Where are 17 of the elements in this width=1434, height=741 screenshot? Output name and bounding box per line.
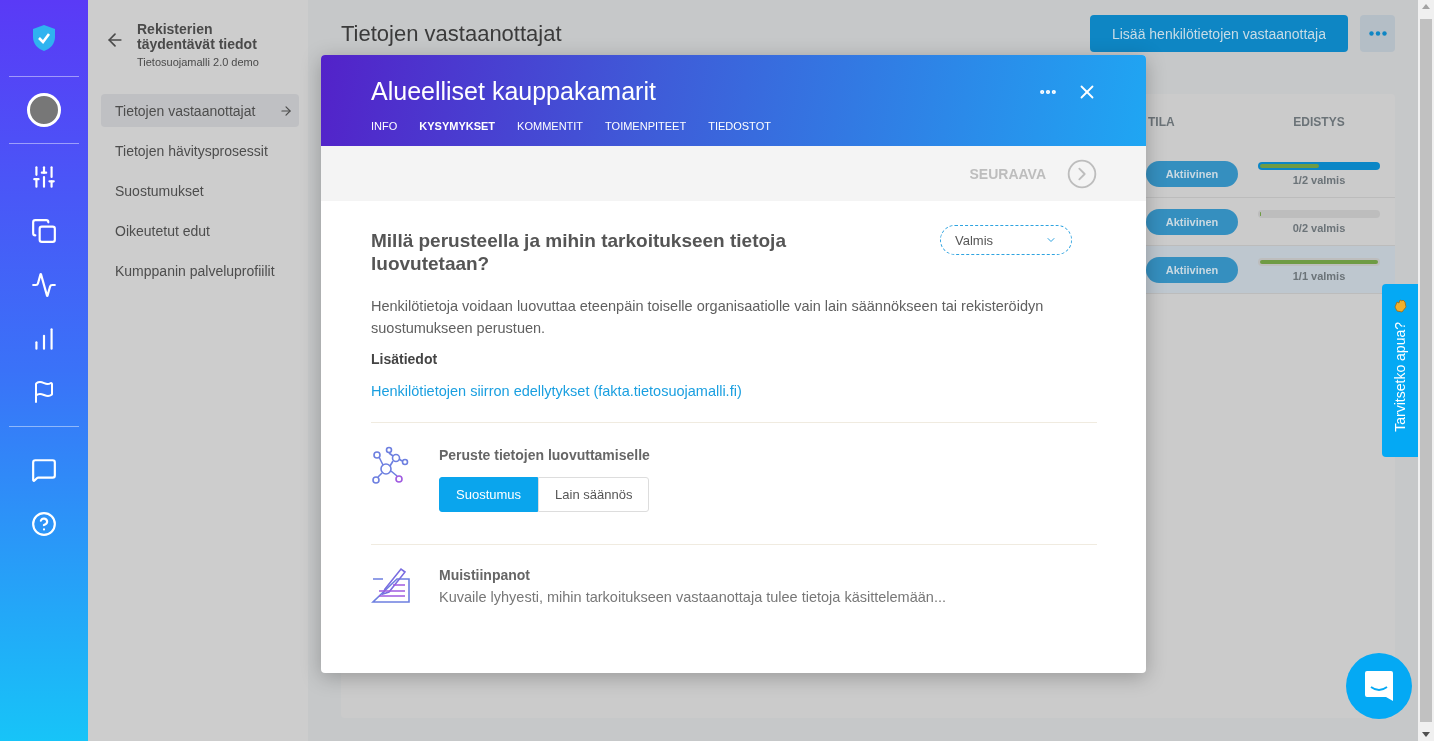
dialog-title: Alueelliset kauppakamarit: [371, 77, 657, 106]
progress-text: 1/1 valmis: [1292, 269, 1346, 282]
description-text: Henkilötietoja voidaan luovuttaa eteenpäin toiselle organisaatiolle vain lain säännökseen tai rekisteröidyn suostumukseen perustuen.: [371, 297, 1045, 338]
status-pill: Aktiivinen: [1146, 256, 1238, 283]
sidebar-subtitle: Tietosuojamalli 2.0 demo: [137, 56, 260, 68]
page-title: Tietojen vastaanottajat: [341, 20, 563, 47]
column-header: TILA: [1147, 115, 1176, 129]
column-header: EDISTYS: [1292, 115, 1346, 129]
section-heading: Peruste tietojen luovuttamiselle: [439, 447, 651, 463]
more-info-heading: Lisätiedot: [371, 351, 439, 367]
sidebar-title: Rekisterien täydentävät tiedot: [137, 22, 258, 52]
status-pill: Aktiivinen: [1146, 208, 1238, 235]
status-pill: Aktiivinen: [1146, 160, 1238, 187]
section-heading: Muistiinpanot: [439, 567, 531, 583]
progress-text: 1/2 valmis: [1292, 173, 1346, 186]
question-heading: Millä perusteella ja mihin tarkoitukseen tietoja luovutetaan?: [371, 229, 787, 275]
progress-text: 0/2 valmis: [1292, 221, 1346, 234]
